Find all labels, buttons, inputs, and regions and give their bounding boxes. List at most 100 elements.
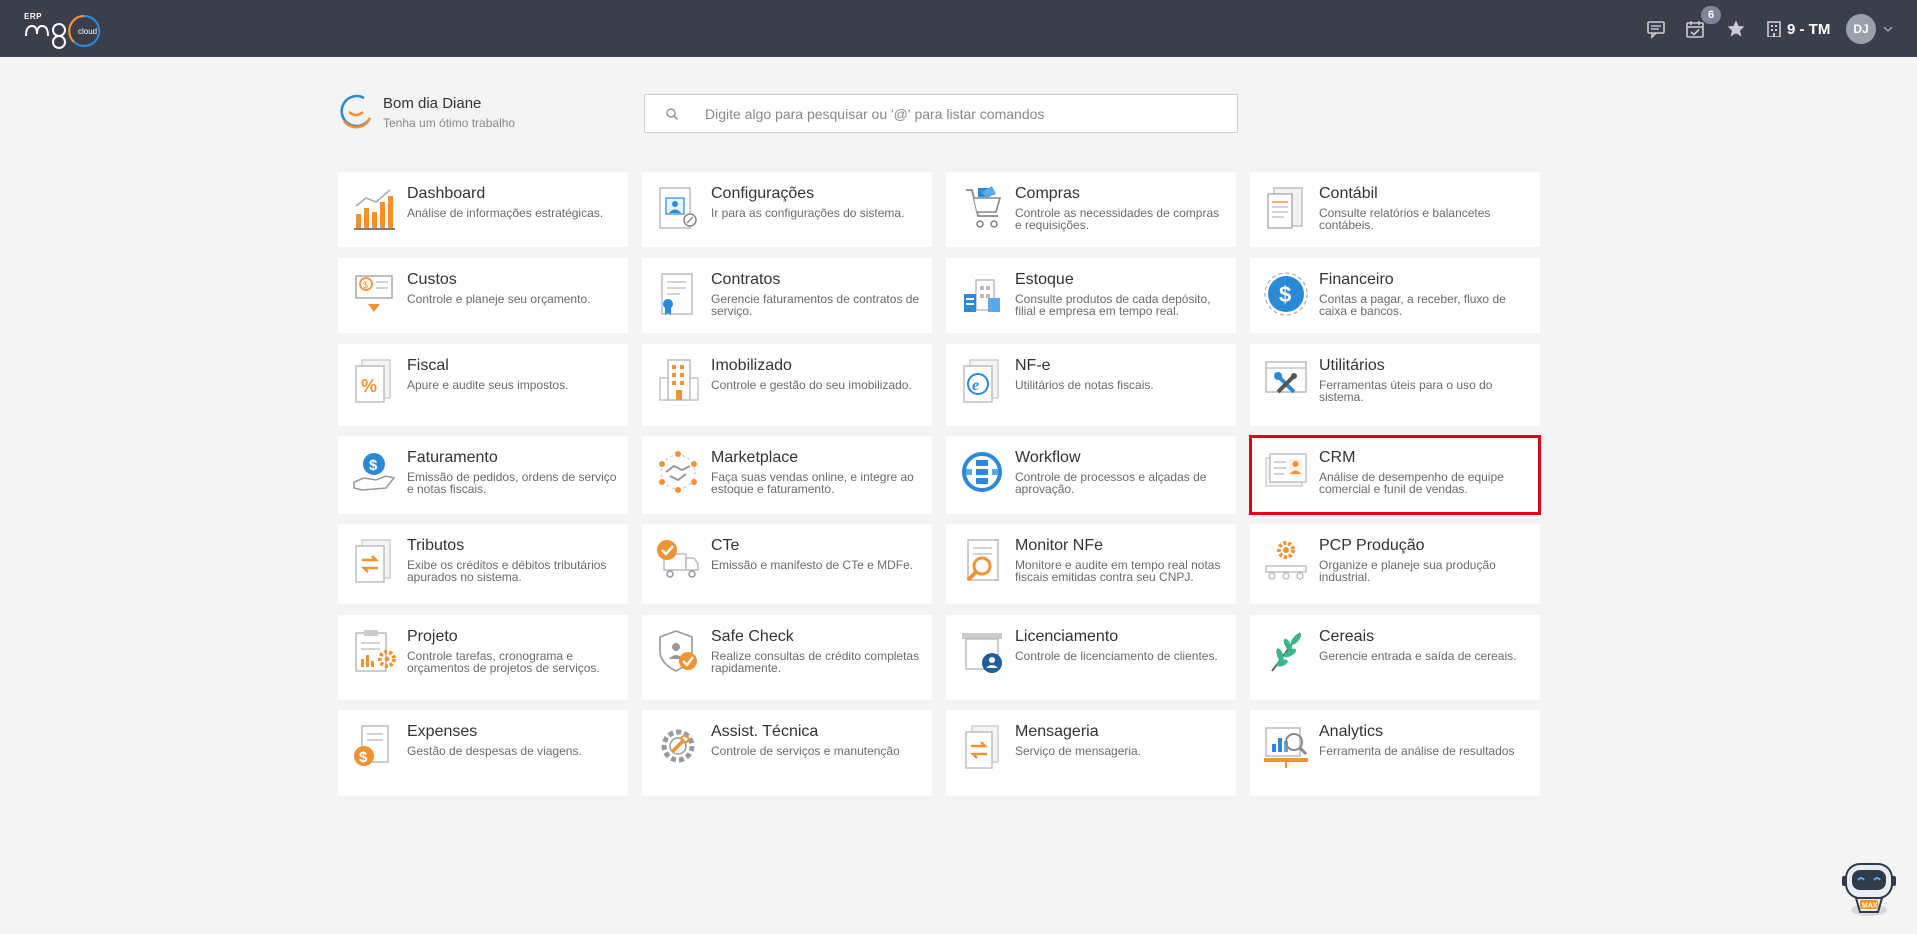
module-card-marketplace[interactable]: Marketplace Faça suas vendas online, e i… (642, 436, 932, 514)
module-card-cereais[interactable]: Cereais Gerencie entrada e saída de cere… (1250, 615, 1540, 700)
module-title: Assist. Técnica (711, 723, 819, 740)
module-description: Controle e gestão do seu imobilizado. (711, 378, 912, 392)
module-description: Análise de desempenho de equipe comercia… (1319, 470, 1504, 496)
module-title: Workflow (1015, 449, 1081, 466)
module-title: Mensageria (1015, 723, 1099, 740)
module-card-faturamento[interactable]: $ Faturamento Emissão de pedidos, ordens… (338, 436, 628, 514)
module-title: Marketplace (711, 449, 799, 466)
module-description: Controle de processos e alçadas de aprov… (1015, 470, 1207, 496)
greeting-logo-icon (340, 94, 372, 129)
module-card-pcp-producao[interactable]: PCP Produção Organize e planeje sua prod… (1250, 524, 1540, 604)
module-title: Licenciamento (1015, 628, 1119, 645)
module-title: Analytics (1319, 723, 1384, 740)
module-card-assist-tecnica[interactable]: Assist. Técnica Controle de serviços e m… (642, 710, 932, 796)
module-card-estoque[interactable]: Estoque Consulte produtos de cada depósi… (946, 258, 1236, 333)
search-icon (666, 108, 679, 121)
calendar-badge: 6 (1701, 6, 1721, 24)
module-title: Contábil (1319, 185, 1378, 202)
module-description: Análise de informações estratégicas. (407, 206, 604, 220)
module-description: Utilitários de notas fiscais. (1015, 378, 1154, 392)
module-card-projeto[interactable]: Projeto Controle tarefas, cronograma e o… (338, 615, 628, 700)
module-title: Financeiro (1319, 271, 1394, 288)
module-card-fiscal[interactable]: % Fiscal Apure e audite seus impostos. (338, 344, 628, 426)
shield-check-icon (659, 630, 697, 672)
greeting-subtitle: Tenha um ótimo trabalho (383, 116, 516, 130)
building-icon (659, 359, 699, 401)
messaging-icon (965, 725, 999, 769)
module-title: Configurações (711, 185, 815, 202)
module-title: Custos (407, 271, 457, 288)
module-description: Realize consultas de crédito completas r… (711, 649, 920, 675)
module-title: CRM (1319, 449, 1356, 466)
handshake-icon (659, 451, 697, 493)
module-card-monitor-nfe[interactable]: Monitor NFe Monitore e audite em tempo r… (946, 524, 1236, 604)
module-description: Consulte relatórios e balancetes contábe… (1319, 206, 1491, 232)
module-description: Contas a pagar, a receber, fluxo de caix… (1319, 292, 1506, 318)
module-card-imobilizado[interactable]: Imobilizado Controle e gestão do seu imo… (642, 344, 932, 426)
chevron-down-icon[interactable] (1883, 24, 1893, 34)
star-icon[interactable] (1723, 16, 1749, 42)
search-box (644, 94, 1238, 133)
module-card-crm[interactable]: CRM Análise de desempenho de equipe come… (1249, 435, 1541, 515)
module-card-custos[interactable]: $ Custos Controle e planeje seu orçament… (338, 258, 628, 333)
module-card-configuracoes[interactable]: Configurações Ir para as configurações d… (642, 172, 932, 247)
module-description: Ferramentas úteis para o uso do sistema. (1319, 378, 1493, 404)
wrench-gear-icon (661, 729, 695, 763)
search-input[interactable] (705, 95, 1225, 132)
chat-icon[interactable] (1643, 16, 1669, 42)
module-description: Gestão de despesas de viagens. (407, 744, 582, 758)
svg-text:$: $ (1279, 282, 1291, 307)
dollar-coin-icon: $ (1264, 272, 1308, 316)
shopping-cart-icon (966, 186, 1002, 228)
cost-icon: $ (355, 275, 393, 312)
module-card-contratos[interactable]: Contratos Gerencie faturamentos de contr… (642, 258, 932, 333)
module-description: Gerencie entrada e saída de cereais. (1319, 649, 1517, 663)
user-avatar[interactable]: DJ (1846, 14, 1876, 44)
company-selector[interactable]: 9 - TM (1767, 17, 1830, 41)
module-description: Apure e audite seus impostos. (407, 378, 569, 392)
module-card-cte[interactable]: CTe Emissão e manifesto de CTe e MDFe. (642, 524, 932, 604)
crm-profile-icon (1265, 453, 1307, 487)
assistant-label: MAX (1862, 903, 1878, 910)
module-card-nfe[interactable]: e NF-e Utilitários de notas fiscais. (946, 344, 1236, 426)
module-title: Safe Check (711, 628, 794, 645)
module-card-contabil[interactable]: Contábil Consulte relatórios e balancete… (1250, 172, 1540, 247)
svg-text:$: $ (359, 749, 368, 766)
e-invoice-icon: e (963, 359, 999, 403)
module-title: Expenses (407, 723, 478, 740)
warehouse-icon (964, 279, 1000, 312)
module-title: Utilitários (1319, 357, 1385, 374)
module-card-analytics[interactable]: Analytics Ferramenta de análise de resul… (1250, 710, 1540, 796)
module-description: Emissão de pedidos, ordens de serviço e … (407, 470, 617, 496)
module-description: Controle de licenciamento de clientes. (1015, 649, 1218, 663)
module-card-safe-check[interactable]: Safe Check Realize consultas de crédito … (642, 615, 932, 700)
leaf-icon (1271, 632, 1302, 672)
top-bar: cloud ERP 6 9 - TM DJ (0, 0, 1917, 57)
module-card-expenses[interactable]: $ Expenses Gestão de despesas de viagens… (338, 710, 628, 796)
robot-icon: MAX (1842, 863, 1896, 916)
assistant-bot[interactable]: MAX (1838, 858, 1900, 918)
module-card-utilitarios[interactable]: Utilitários Ferramentas úteis para o uso… (1250, 344, 1540, 426)
module-description: Gerencie faturamentos de contratos de se… (711, 292, 920, 318)
module-description: Controle tarefas, cronograma e orçamento… (407, 649, 600, 675)
logo-erp-text: ERP (24, 12, 42, 21)
project-clipboard-icon (355, 630, 396, 672)
module-description: Serviço de mensageria. (1015, 744, 1142, 758)
module-card-workflow[interactable]: Workflow Controle de processos e alçadas… (946, 436, 1236, 514)
module-description: Organize e planeje sua produção industri… (1319, 558, 1496, 584)
module-card-tributos[interactable]: Tributos Exibe os créditos e débitos tri… (338, 524, 628, 604)
app-logo[interactable]: cloud ERP (22, 10, 114, 50)
module-title: Cereais (1319, 628, 1375, 645)
module-title: Dashboard (407, 185, 486, 202)
module-card-licenciamento[interactable]: Licenciamento Controle de licenciamento … (946, 615, 1236, 700)
module-card-dashboard[interactable]: Dashboard Análise de informações estraté… (338, 172, 628, 247)
module-description: Controle e planeje seu orçamento. (407, 292, 591, 306)
module-card-mensageria[interactable]: Mensageria Serviço de mensageria. (946, 710, 1236, 796)
module-description: Faça suas vendas online, e integre ao es… (711, 470, 914, 496)
truck-check-icon (657, 540, 699, 578)
svg-text:e: e (972, 377, 979, 394)
svg-text:$: $ (363, 280, 368, 290)
module-card-compras[interactable]: Compras Controle as necessidades de comp… (946, 172, 1236, 247)
module-card-financeiro[interactable]: $ Financeiro Contas a pagar, a receber, … (1250, 258, 1540, 333)
building-icon (1767, 21, 1781, 37)
